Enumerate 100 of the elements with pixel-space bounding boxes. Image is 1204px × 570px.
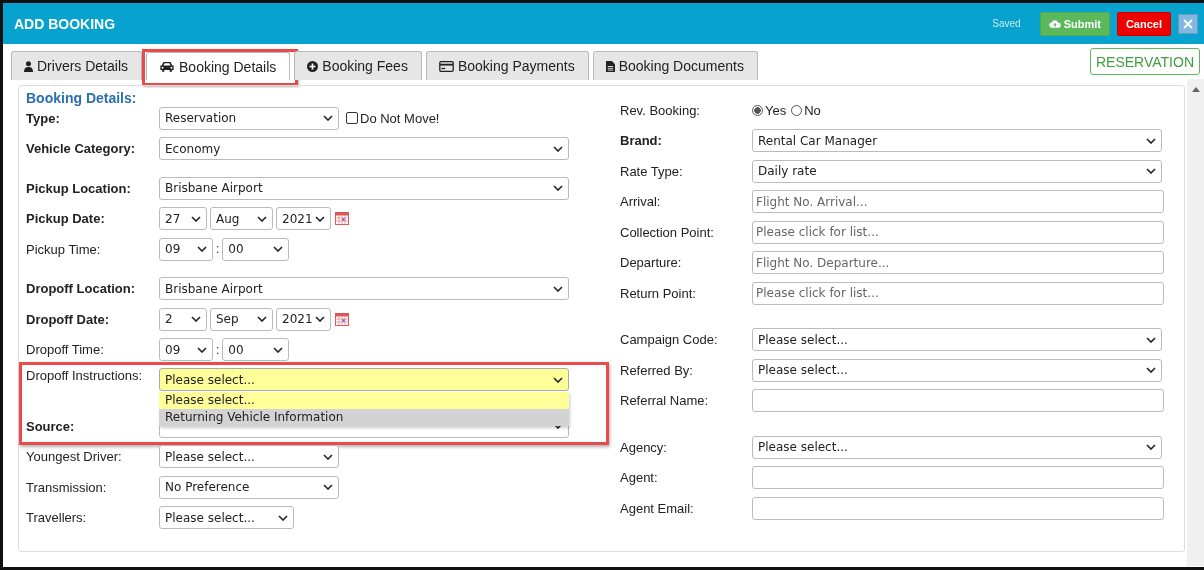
- field-label: Vehicle Category:: [26, 141, 137, 157]
- text-field[interactable]: Flight No. Arrival...: [752, 190, 1164, 214]
- field-label: Dropoff Location:: [26, 281, 137, 297]
- text-field[interactable]: Please click for list...: [752, 220, 1164, 244]
- chevron-down-icon: [273, 346, 284, 353]
- dropdown[interactable]: Please select...: [159, 368, 569, 391]
- dropdown[interactable]: Economy: [159, 137, 569, 161]
- close-icon: [1183, 18, 1193, 29]
- dropdown[interactable]: Please select...: [752, 435, 1162, 459]
- field-label: Travellers:: [26, 510, 88, 526]
- text-field[interactable]: Please click for list...: [752, 281, 1164, 305]
- scrollbar[interactable]: [1187, 79, 1204, 566]
- dropdown[interactable]: 2: [159, 307, 207, 331]
- field-label: Campaign Code:: [620, 332, 719, 348]
- checkbox-label: Do Not Move!: [360, 110, 440, 126]
- dropdown[interactable]: Brisbane Airport: [159, 277, 569, 301]
- user-icon: [24, 60, 33, 72]
- time-separator: :: [216, 342, 220, 357]
- dropdown[interactable]: 00: [222, 237, 290, 261]
- chevron-down-icon: [553, 285, 563, 292]
- tab[interactable]: Booking Payments: [425, 51, 589, 80]
- field-label: Arrival:: [620, 194, 662, 210]
- text-field[interactable]: [752, 466, 1164, 490]
- dropdown[interactable]: Brisbane Airport: [159, 176, 569, 200]
- chevron-down-icon: [191, 215, 201, 222]
- chevron-down-icon: [197, 346, 207, 353]
- text-field[interactable]: Flight No. Departure...: [752, 251, 1164, 275]
- dropdown[interactable]: Please select...: [752, 358, 1162, 382]
- dropdown[interactable]: Aug: [210, 207, 273, 231]
- scroll-up-icon[interactable]: [1191, 87, 1200, 92]
- dropdown[interactable]: Daily rate: [752, 159, 1162, 183]
- cloud-upload-icon: [1048, 18, 1061, 29]
- dropdown[interactable]: 2021: [276, 307, 331, 331]
- chevron-down-icon: [1146, 137, 1156, 144]
- radio-label: Yes: [765, 102, 787, 118]
- dropdown[interactable]: 2021: [276, 207, 331, 231]
- chevron-down-icon: [191, 316, 201, 323]
- chevron-down-icon: [273, 246, 284, 253]
- dropdown-option[interactable]: Returning Vehicle Information: [159, 409, 569, 426]
- field-label: Youngest Driver:: [26, 449, 123, 465]
- dropdown[interactable]: 09: [159, 237, 213, 261]
- field-label: Type:: [26, 110, 61, 126]
- radio-button[interactable]: [791, 104, 803, 116]
- chevron-down-icon: [1146, 367, 1156, 374]
- radio-button[interactable]: [752, 104, 763, 116]
- tab[interactable]: Drivers Details: [11, 51, 142, 80]
- field-label: Pickup Location:: [26, 180, 132, 196]
- dropdown[interactable]: Sep: [210, 307, 273, 331]
- chevron-down-icon: [278, 514, 288, 521]
- field-label: Rev. Booking:: [620, 102, 701, 118]
- field-label: Dropoff Instructions:: [26, 368, 144, 383]
- chevron-down-icon: [323, 484, 333, 491]
- close-button[interactable]: [1178, 13, 1198, 34]
- chevron-down-icon: [1146, 336, 1156, 343]
- text-field[interactable]: [752, 496, 1164, 520]
- car-icon: [159, 61, 175, 72]
- calendar-icon[interactable]: [335, 312, 349, 326]
- dropdown[interactable]: 00: [222, 338, 290, 362]
- field-label: Dropoff Time:: [26, 342, 105, 358]
- dropdown[interactable]: Please select...: [752, 328, 1162, 352]
- reservation-button[interactable]: RESERVATION: [1089, 48, 1200, 75]
- time-separator: :: [216, 242, 220, 257]
- chevron-down-icon: [553, 145, 563, 152]
- credit-card-icon: [438, 60, 454, 72]
- dropdown[interactable]: 09: [159, 338, 213, 362]
- chevron-down-icon: [257, 316, 267, 323]
- chevron-down-icon: [197, 246, 207, 253]
- tab[interactable]: Booking Details: [146, 52, 291, 80]
- chevron-down-icon: [257, 215, 267, 222]
- window-title: ADD BOOKING: [14, 15, 117, 32]
- text-field[interactable]: [752, 389, 1164, 413]
- chevron-down-icon: [315, 316, 325, 323]
- field-label: Source:: [26, 418, 76, 434]
- tab[interactable]: Booking Documents: [592, 51, 758, 80]
- chevron-down-icon: [553, 185, 563, 192]
- dropdown[interactable]: 27: [159, 207, 207, 231]
- chevron-down-icon: [1146, 444, 1156, 451]
- plus-circle-icon: [307, 60, 319, 72]
- dropdown[interactable]: Rental Car Manager: [752, 129, 1162, 153]
- dropdown[interactable]: Please select...: [159, 506, 294, 530]
- field-label: Agent:: [620, 470, 659, 486]
- radio-label: No: [804, 102, 821, 118]
- dropdown[interactable]: No Preference: [159, 475, 339, 499]
- saved-status: Saved: [992, 18, 1021, 29]
- field-label: Transmission:: [26, 479, 108, 495]
- field-label: Rate Type:: [620, 163, 684, 179]
- field-label: Collection Point:: [620, 224, 715, 240]
- field-label: Agency:: [620, 439, 668, 455]
- dropdown[interactable]: Reservation: [159, 106, 339, 130]
- calendar-icon[interactable]: [335, 212, 349, 226]
- chevron-down-icon: [1146, 168, 1156, 175]
- tab[interactable]: Booking Fees: [294, 51, 422, 80]
- chevron-down-icon: [553, 423, 563, 430]
- field-label: Departure:: [620, 255, 683, 271]
- dropdown[interactable]: Please select...: [159, 445, 339, 469]
- checkbox[interactable]: [346, 112, 358, 125]
- field-label: Pickup Date:: [26, 211, 106, 227]
- cancel-button[interactable]: Cancel: [1116, 11, 1171, 36]
- document-icon: [605, 60, 615, 72]
- dropdown-option[interactable]: Please select...: [159, 392, 569, 409]
